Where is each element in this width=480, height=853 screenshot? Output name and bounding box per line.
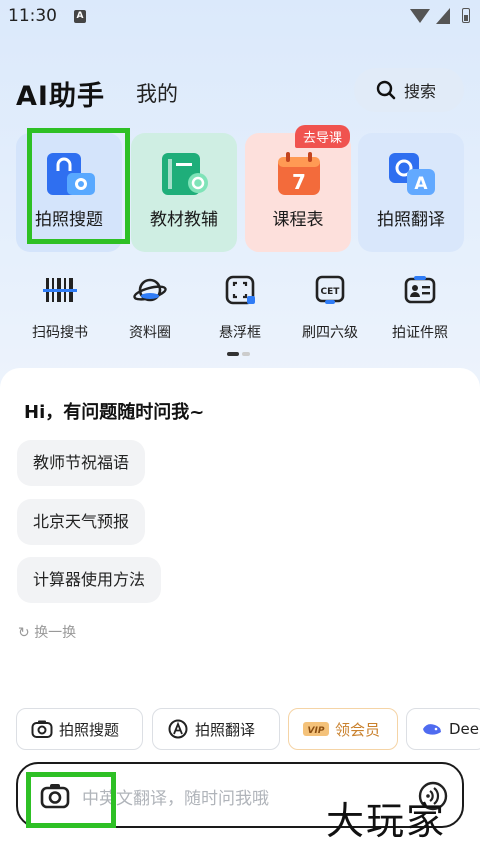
- chip-photo-translate[interactable]: 拍照翻译: [152, 708, 280, 750]
- status-time: 11:30: [8, 6, 57, 26]
- chip-vip[interactable]: VIP 领会员: [288, 708, 398, 750]
- tab-mine[interactable]: 我的: [136, 78, 178, 108]
- highlight-frame: [26, 772, 116, 828]
- chip-label: 拍照搜题: [59, 720, 120, 739]
- svg-text:A: A: [414, 174, 428, 194]
- barcode-icon: [43, 278, 77, 302]
- chip-photo-search[interactable]: 拍照搜题: [16, 708, 143, 750]
- refresh-icon: ↻: [18, 625, 35, 641]
- status-bar: 11:30 A: [0, 0, 480, 34]
- search-icon: [376, 80, 396, 100]
- tool-label: 悬浮框: [219, 325, 261, 341]
- chip-deepseek[interactable]: Dee: [406, 708, 480, 750]
- tool-id-photo[interactable]: 拍证件照: [380, 270, 460, 341]
- id-photo-icon: [404, 276, 436, 304]
- card-label: 教材教辅: [150, 210, 218, 230]
- textbook-icon: [162, 153, 208, 195]
- suggestion-chip[interactable]: 教师节祝福语: [17, 440, 146, 486]
- vip-tag: VIP: [308, 726, 325, 736]
- page-indicator: [227, 352, 253, 356]
- page-dot: [242, 352, 250, 356]
- suggestion-chip[interactable]: 计算器使用方法: [17, 557, 162, 603]
- deepseek-icon: [423, 724, 441, 735]
- tool-label: 资料圈: [129, 325, 171, 341]
- refresh-button[interactable]: ↻ 换一换: [18, 622, 76, 642]
- tool-float-window[interactable]: 悬浮框: [200, 270, 280, 341]
- chip-label: Dee: [449, 720, 480, 738]
- refresh-label: 换一换: [34, 625, 77, 641]
- calendar-icon: 7: [278, 152, 320, 195]
- planet-icon: [133, 278, 167, 302]
- tool-cet[interactable]: CET 刷四六级: [290, 270, 370, 341]
- watermark: 大玩家: [326, 799, 447, 843]
- tool-resources[interactable]: 资料圈: [110, 270, 190, 341]
- cet-glyph: CET: [321, 287, 341, 297]
- sim-icon: A: [74, 10, 86, 23]
- translate-icon: [168, 719, 188, 739]
- tool-label: 刷四六级: [302, 325, 358, 341]
- card-textbook[interactable]: 教材教辅: [131, 133, 237, 252]
- tool-label: 拍证件照: [392, 325, 448, 341]
- chip-label: 领会员: [335, 720, 381, 739]
- signal-icon: [436, 8, 450, 24]
- search-button[interactable]: 搜索: [354, 68, 464, 112]
- highlight-frame: [27, 128, 130, 244]
- card-label: 课程表: [272, 210, 324, 230]
- card-label: 拍照翻译: [377, 210, 445, 230]
- suggestion-chip[interactable]: 北京天气预报: [17, 499, 146, 545]
- page-dot-active: [227, 352, 239, 356]
- card-photo-translate[interactable]: A 拍照翻译: [358, 133, 464, 252]
- vip-icon: VIP: [303, 722, 329, 736]
- tool-barcode[interactable]: 扫码搜书: [20, 270, 100, 341]
- cet-icon: CET: [315, 275, 345, 304]
- wifi-icon: [410, 9, 430, 23]
- chat-greeting: Hi，有问题随时问我~: [24, 402, 205, 423]
- schedule-badge[interactable]: 去导课: [295, 125, 351, 148]
- float-window-icon: [225, 275, 255, 305]
- calendar-day: 7: [292, 170, 306, 194]
- tool-label: 扫码搜书: [32, 325, 88, 341]
- photo-translate-icon: A: [389, 153, 435, 195]
- search-label: 搜索: [404, 82, 437, 101]
- chip-label: 拍照翻译: [195, 720, 256, 739]
- card-schedule[interactable]: 7 课程表: [245, 133, 351, 252]
- battery-icon: [462, 8, 470, 23]
- camera-icon: [31, 720, 53, 738]
- page-title[interactable]: AI助手: [16, 74, 105, 113]
